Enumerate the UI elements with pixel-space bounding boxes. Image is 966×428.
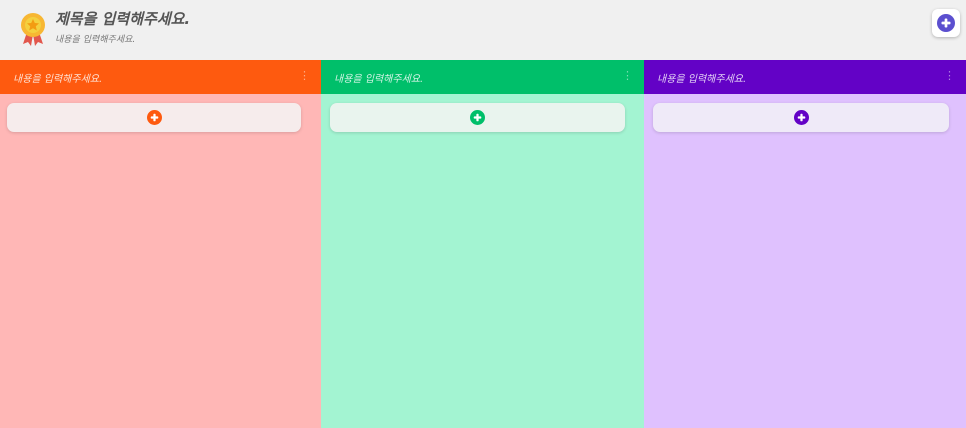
vertical-dots-icon[interactable]: ⋮ [944,70,955,82]
board-subtitle[interactable]: 내용을 입력해주세요. [55,32,135,45]
board-column: 내용을 입력해주세요. ⋮ [0,60,321,428]
plus-circle-icon [793,110,809,125]
board-column: 내용을 입력해주세요. ⋮ [644,60,966,428]
board-header: 제목을 입력해주세요. 내용을 입력해주세요. [0,0,966,60]
column-body [0,94,321,428]
board-title[interactable]: 제목을 입력해주세요. [55,8,190,29]
plus-circle-icon [470,110,485,125]
column-title[interactable]: 내용을 입력해주세요. [13,70,102,85]
column-body [644,94,966,428]
add-card-button[interactable] [7,103,301,132]
vertical-dots-icon[interactable]: ⋮ [622,70,633,82]
column-header: 내용을 입력해주세요. ⋮ [0,60,321,94]
column-title[interactable]: 내용을 입력해주세요. [657,70,746,85]
vertical-dots-icon[interactable]: ⋮ [299,70,310,82]
column-body [321,94,644,428]
add-card-button[interactable] [653,103,949,132]
board-column: 내용을 입력해주세요. ⋮ [321,60,644,428]
plus-circle-icon [937,14,955,32]
column-title[interactable]: 내용을 입력해주세요. [334,70,423,85]
add-column-button[interactable] [932,9,960,37]
plus-circle-icon [146,110,162,125]
column-header: 내용을 입력해주세요. ⋮ [321,60,644,94]
column-header: 내용을 입력해주세요. ⋮ [644,60,966,94]
add-card-button[interactable] [330,103,625,132]
award-ribbon-icon [21,13,45,46]
